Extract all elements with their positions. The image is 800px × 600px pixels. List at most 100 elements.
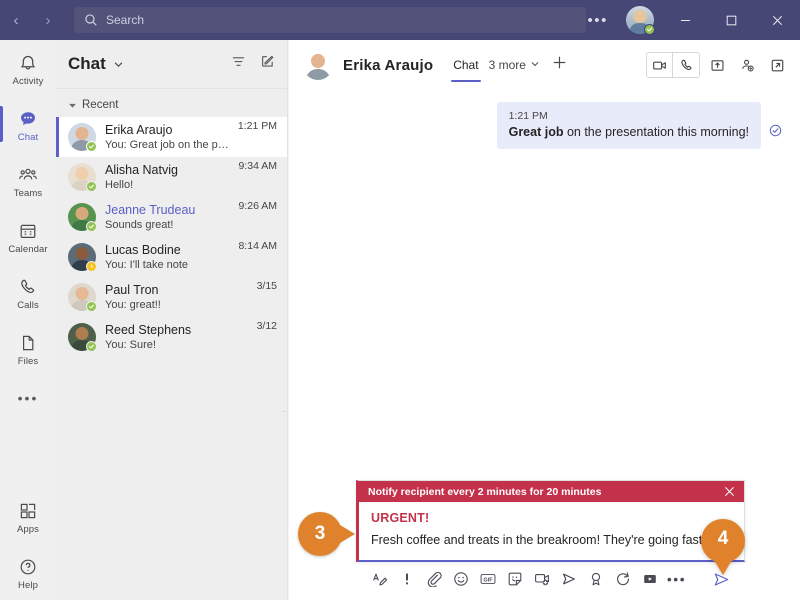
list-item-text: Alisha Natvig Hello! <box>105 163 232 192</box>
seen-check-icon <box>769 124 782 137</box>
list-item-text: Jeanne Trudeau Sounds great! <box>105 203 232 232</box>
sidebar-item-help[interactable]: Help <box>0 544 56 600</box>
presence-available-icon <box>86 301 97 312</box>
list-item[interactable]: Jeanne Trudeau Sounds great! 9:26 AM <box>56 197 287 237</box>
avatar <box>303 50 333 80</box>
presence-available-icon <box>86 341 97 352</box>
emoji-icon[interactable] <box>447 566 474 592</box>
search-input[interactable]: Search <box>74 7 586 33</box>
sidebar-item-label: Help <box>18 580 38 591</box>
message-preview: You: Great job on the presentati... <box>105 138 232 151</box>
video-call-icon[interactable] <box>647 53 673 77</box>
chat-bubble-icon <box>18 108 38 130</box>
sidebar-item-calendar[interactable]: Calendar <box>0 208 56 264</box>
gif-icon[interactable]: GIF <box>474 566 501 592</box>
message-preview: You: Sure! <box>105 338 156 351</box>
timestamp: 9:34 AM <box>238 160 277 172</box>
compose-message-input[interactable]: Fresh coffee and treats in the breakroom… <box>371 532 732 549</box>
contact-name: Lucas Bodine <box>105 242 181 257</box>
calendar-icon <box>18 220 38 242</box>
popout-icon[interactable] <box>764 53 790 77</box>
sidebar-item-teams[interactable]: Teams <box>0 152 56 208</box>
compose-body[interactable]: URGENT! Fresh coffee and treats in the b… <box>359 502 744 560</box>
message-bubble[interactable]: 1:21 PM Great job on the presentation th… <box>496 102 761 149</box>
more-options-icon[interactable]: ••• <box>663 566 690 592</box>
maximize-button[interactable] <box>708 0 754 40</box>
sidebar-item-chat[interactable]: Chat <box>0 96 56 152</box>
callout-badge-4: 4 <box>701 519 745 563</box>
timestamp: 3/15 <box>256 280 277 292</box>
importance-icon[interactable] <box>393 566 420 592</box>
timestamp: 8:14 AM <box>238 240 277 252</box>
avatar <box>68 203 97 232</box>
praise-icon[interactable] <box>582 566 609 592</box>
message-preview: You: I'll take note <box>105 258 189 271</box>
video-clip-icon[interactable] <box>636 566 663 592</box>
message-preview: Sounds great! <box>105 218 174 231</box>
list-item[interactable]: Reed Stephens You: Sure! 3/12 <box>56 317 287 357</box>
contact-name: Alisha Natvig <box>105 162 178 177</box>
svg-text:GIF: GIF <box>483 577 493 583</box>
scroll-indicator[interactable] <box>283 411 285 412</box>
contact-name: Jeanne Trudeau <box>105 202 196 217</box>
presence-available-icon <box>86 141 97 152</box>
search-placeholder: Search <box>106 13 145 27</box>
contact-name: Erika Araujo <box>105 122 173 137</box>
sidebar-more-apps-button[interactable]: ••• <box>0 376 56 420</box>
list-item[interactable]: Erika AraujoYou: Great job on the presen… <box>56 117 287 157</box>
title-bar: ‹ › Search ••• <box>0 0 800 40</box>
back-button[interactable]: ‹ <box>14 13 19 28</box>
chat-list-header: Chat <box>56 40 287 88</box>
new-chat-icon[interactable] <box>260 54 275 74</box>
avatar[interactable] <box>626 6 655 35</box>
close-icon[interactable] <box>721 486 738 497</box>
recent-section-header[interactable]: Recent <box>56 93 287 117</box>
apps-grid-icon <box>18 500 38 522</box>
sidebar-item-label: Chat <box>17 132 39 143</box>
sidebar-item-label: Calendar <box>8 244 48 255</box>
minimize-button[interactable] <box>662 0 708 40</box>
conversation-actions <box>646 52 790 78</box>
add-people-icon[interactable] <box>734 53 760 77</box>
list-item[interactable]: Alisha Natvig Hello! 9:34 AM <box>56 157 287 197</box>
close-button[interactable] <box>754 0 800 40</box>
tab-chat[interactable]: Chat <box>447 40 484 90</box>
chevron-down-icon <box>530 58 540 72</box>
list-item-text: Erika AraujoYou: Great job on the presen… <box>105 123 232 152</box>
sidebar-item-calls[interactable]: Calls <box>0 264 56 320</box>
timestamp: 9:26 AM <box>238 200 277 212</box>
more-tabs-button[interactable]: 3 more <box>485 58 544 72</box>
avatar-image <box>303 50 333 80</box>
share-screen-icon[interactable] <box>704 53 730 77</box>
settings-more-button[interactable]: ••• <box>577 12 618 29</box>
attach-icon[interactable] <box>420 566 447 592</box>
more-tabs-label: 3 more <box>488 58 526 72</box>
compose-toolbar: GIF ••• <box>356 564 745 594</box>
loop-icon[interactable] <box>609 566 636 592</box>
urgent-label: URGENT! <box>371 511 430 525</box>
add-tab-button[interactable] <box>544 55 575 75</box>
list-item[interactable]: Lucas Bodine You: I'll take note 8:14 AM <box>56 237 287 277</box>
stream-icon[interactable] <box>555 566 582 592</box>
sticker-icon[interactable] <box>501 566 528 592</box>
sidebar-item-label: Files <box>17 356 39 367</box>
timestamp: 3/12 <box>256 320 277 332</box>
forward-button[interactable]: › <box>46 13 51 28</box>
compose-box[interactable]: Notify recipient every 2 minutes for 20 … <box>356 480 745 562</box>
sidebar-item-apps[interactable]: Apps <box>0 488 56 544</box>
audio-call-icon[interactable] <box>673 53 699 77</box>
list-item[interactable]: Paul Tron You: great!! 3/15 <box>56 277 287 317</box>
avatar <box>68 283 97 312</box>
chat-list: Erika AraujoYou: Great job on the presen… <box>56 117 287 357</box>
filter-icon[interactable] <box>231 54 246 74</box>
meet-now-icon[interactable] <box>528 566 555 592</box>
sidebar-item-activity[interactable]: Activity <box>0 40 56 96</box>
message-preview: Hello! <box>105 178 134 191</box>
format-icon[interactable] <box>366 566 393 592</box>
sidebar-item-files[interactable]: Files <box>0 320 56 376</box>
presence-available-icon <box>644 24 655 35</box>
presence-away-icon <box>86 261 97 272</box>
chevron-down-icon[interactable] <box>113 59 124 70</box>
avatar <box>68 323 97 352</box>
message-area: 1:21 PM Great job on the presentation th… <box>289 90 800 520</box>
